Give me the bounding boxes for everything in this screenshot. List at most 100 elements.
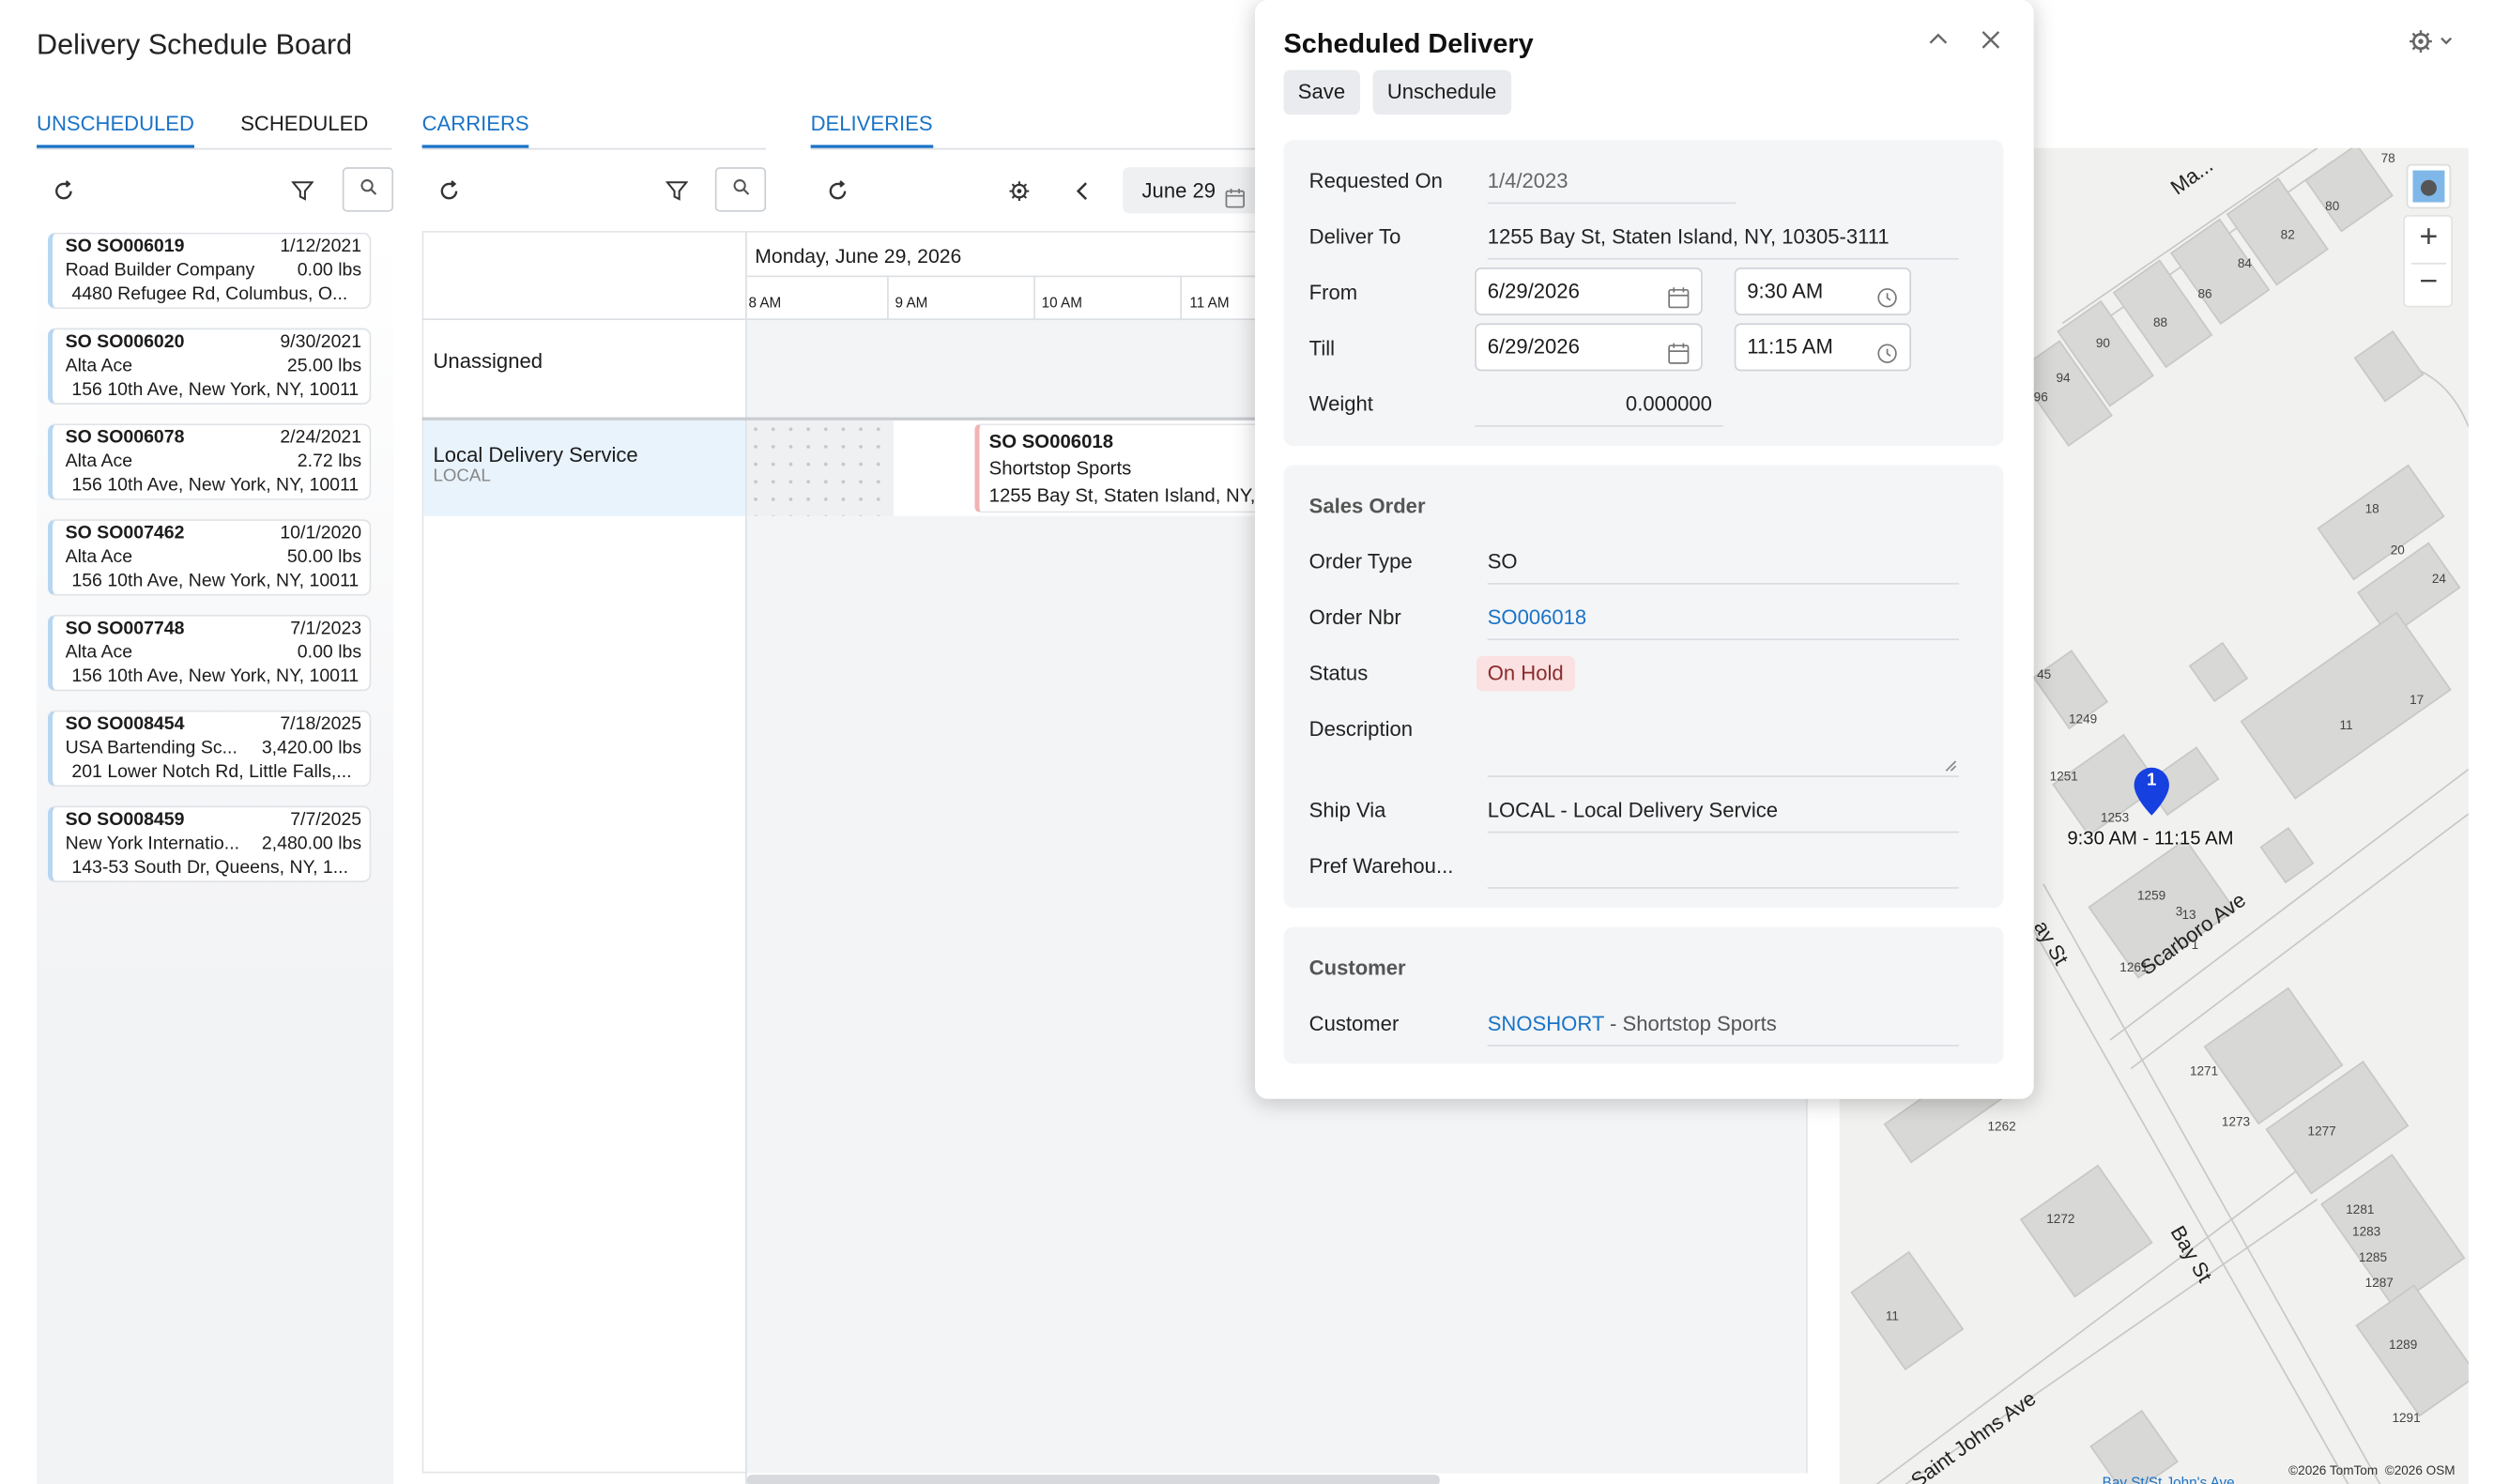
map-label: 1291 — [2392, 1411, 2421, 1426]
map-label: 1281 — [2346, 1202, 2375, 1217]
gear-icon[interactable] — [1003, 176, 1035, 207]
customer-heading: Customer — [1308, 956, 1406, 980]
search-button[interactable] — [342, 167, 394, 212]
deliver-to-value: 1255 Bay St, Staten Island, NY, 10305-31… — [1487, 222, 1959, 260]
tab-scheduled[interactable]: SCHEDULED — [240, 112, 368, 145]
order-id: SO SO008454 — [65, 714, 185, 735]
search-icon — [732, 176, 750, 205]
order-address: 156 10th Ave, New York, NY, 10011 — [71, 380, 360, 400]
from-time-value: 9:30 AM — [1747, 278, 1824, 303]
scheduled-delivery-event[interactable]: SO SO006018 Shortstop Sports 1255 Bay St… — [974, 423, 1278, 513]
map-label: 86 — [2197, 286, 2212, 301]
deliver-to-label: Deliver To — [1308, 224, 1401, 249]
order-card[interactable]: SO SO008459 7/7/2025 New York Internatio..… — [47, 805, 372, 882]
clock-icon[interactable] — [1876, 281, 1899, 308]
refresh-icon[interactable] — [48, 176, 80, 207]
order-card[interactable]: SO SO006078 2/24/2021 Alta Ace 2.72 lbs 156 … — [47, 423, 372, 500]
map-label: 1285 — [2358, 1249, 2388, 1265]
event-address: 1255 Bay St, Staten Island, NY, — [988, 483, 1256, 507]
filter-icon[interactable] — [661, 176, 693, 207]
order-weight: 2.72 lbs — [297, 451, 362, 472]
close-icon[interactable] — [1980, 29, 2002, 59]
date-picker-button[interactable]: June 29 — [1123, 167, 1266, 214]
order-id: SO SO006078 — [65, 428, 185, 448]
tab-carriers[interactable]: CARRIERS — [421, 112, 529, 148]
resize-handle-icon[interactable] — [1945, 759, 1958, 773]
tab-deliveries[interactable]: DELIVERIES — [810, 112, 933, 148]
map-label: 88 — [2152, 314, 2168, 330]
tab-unscheduled[interactable]: UNSCHEDULED — [37, 112, 194, 148]
event-order-id: SO SO006018 — [988, 430, 1114, 452]
order-weight: 3,420.00 lbs — [261, 739, 362, 758]
map-label: 1277 — [2307, 1124, 2336, 1140]
calendar-icon — [1225, 178, 1246, 224]
map-layers-button[interactable] — [2406, 163, 2452, 209]
save-button[interactable]: Save — [1283, 69, 1360, 115]
map-label: 1251 — [2049, 769, 2078, 784]
weight-value[interactable]: 0.000000 — [1475, 389, 1723, 427]
search-button[interactable] — [714, 167, 767, 212]
minus-icon[interactable]: − — [2405, 265, 2453, 301]
order-customer: Alta Ace — [65, 643, 133, 663]
map-label: 1262 — [1987, 1119, 2016, 1135]
delivery-section: Requested On 1/4/2023 Deliver To 1255 Ba… — [1283, 140, 2004, 447]
carrier-row-local[interactable]: Local Delivery Service LOCAL — [423, 420, 746, 516]
map-pin-icon[interactable]: 1 — [2133, 766, 2171, 817]
order-id: SO SO006020 — [65, 332, 185, 352]
ship-via-value: LOCAL - Local Delivery Service — [1487, 795, 1959, 834]
clock-icon[interactable] — [1876, 336, 1899, 363]
customer-name: - Shortstop Sports — [1603, 1011, 1777, 1035]
map-label: 1289 — [2389, 1338, 2418, 1353]
order-id: SO SO006019 — [65, 237, 185, 257]
refresh-icon[interactable] — [821, 176, 853, 207]
zoom-in-button[interactable]: + − — [2403, 215, 2453, 308]
order-address: 156 10th Ave, New York, NY, 10011 — [71, 476, 360, 496]
calendar-icon[interactable] — [1667, 281, 1690, 309]
plus-icon: + — [2419, 220, 2439, 255]
scrollbar[interactable] — [746, 1475, 1440, 1484]
order-card[interactable]: SO SO007462 10/1/2020 Alta Ace 50.00 lbs 156… — [47, 519, 372, 596]
chevron-up-icon[interactable] — [1927, 29, 1950, 59]
order-date: 7/18/2025 — [280, 714, 362, 735]
carrier-row-unassigned[interactable]: Unassigned — [423, 320, 746, 418]
dialog-title: Scheduled Delivery — [1283, 28, 1534, 59]
order-nbr-link[interactable]: SO006018 — [1487, 602, 1959, 641]
pref-warehouse-value — [1487, 850, 1959, 889]
hour-divider — [1033, 275, 1035, 321]
calendar-icon[interactable] — [1667, 336, 1690, 364]
order-card[interactable]: SO SO008454 7/18/2025 USA Bartending Sc...… — [47, 710, 372, 788]
from-date-field[interactable]: 6/29/2026 — [1475, 268, 1703, 315]
filter-icon[interactable] — [286, 176, 318, 207]
unschedule-button[interactable]: Unschedule — [1372, 69, 1511, 115]
weight-label: Weight — [1308, 391, 1373, 416]
tabs-divider — [421, 147, 767, 150]
hour-label: 10 AM — [1041, 294, 1082, 311]
order-card[interactable]: SO SO006019 1/12/2021 Road Builder Company… — [47, 232, 372, 310]
ship-via-label: Ship Via — [1308, 798, 1386, 822]
customer-code-link[interactable]: SNOSHORT — [1488, 1011, 1604, 1034]
customer-label: Customer — [1308, 1011, 1400, 1035]
from-time-field[interactable]: 9:30 AM — [1734, 268, 1912, 315]
till-date-field[interactable]: 6/29/2026 — [1475, 323, 1703, 372]
till-time-field[interactable]: 11:15 AM — [1734, 323, 1912, 372]
map-label: 80 — [2325, 199, 2340, 214]
order-nbr-label: Order Nbr — [1308, 604, 1401, 630]
order-date: 2/24/2021 — [280, 428, 362, 448]
till-date-value: 6/29/2026 — [1487, 334, 1580, 359]
gear-icon[interactable] — [2405, 25, 2459, 57]
order-card[interactable]: SO SO006020 9/30/2021 Alta Ace 25.00 lbs 156… — [47, 328, 372, 405]
refresh-icon[interactable] — [434, 176, 466, 207]
description-field[interactable] — [1487, 713, 1959, 777]
order-card[interactable]: SO SO007748 7/1/2023 Alta Ace 0.00 lbs 156 1… — [47, 614, 372, 692]
requested-on-label: Requested On — [1308, 168, 1443, 193]
map-label: 90 — [2095, 336, 2110, 351]
from-date-value: 6/29/2026 — [1487, 278, 1580, 303]
map-bottom-link[interactable]: Bay St/St John's Ave — [2103, 1475, 2235, 1484]
customer-section: Customer Customer SNOSHORT - Shortstop S… — [1283, 926, 2004, 1064]
map-label: 24 — [2431, 572, 2446, 587]
hour-label: 11 AM — [1189, 294, 1230, 311]
order-address: 4480 Refugee Rd, Columbus, O... — [71, 284, 348, 305]
description-label: Description — [1308, 716, 1414, 741]
order-customer: USA Bartending Sc... — [65, 739, 237, 758]
chevron-left-icon[interactable] — [1067, 176, 1099, 207]
